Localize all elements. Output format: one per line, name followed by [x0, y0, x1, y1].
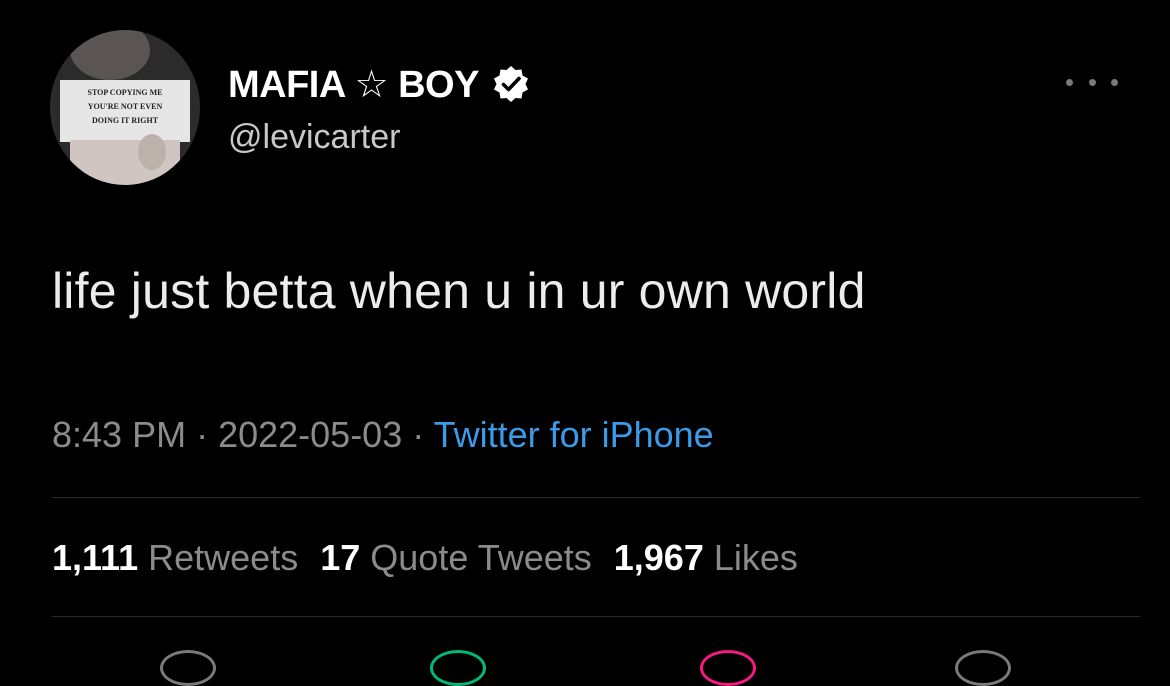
retweets-count: 1,111 — [52, 537, 139, 578]
more-options-icon[interactable] — [1066, 72, 1118, 92]
avatar-shirt-line-3: DOING IT RIGHT — [92, 116, 159, 125]
meta-separator: · — [186, 414, 219, 455]
verified-badge-icon — [491, 64, 531, 104]
retweets-stat[interactable]: 1,111 Retweets — [52, 537, 320, 578]
tweet-stats: 1,111 Retweets 17 Quote Tweets 1,967 Likes — [52, 537, 820, 579]
divider — [52, 616, 1140, 617]
meta-separator: · — [402, 414, 434, 455]
divider — [52, 497, 1140, 498]
likes-label: Likes — [713, 537, 798, 578]
reply-icon[interactable] — [160, 650, 216, 686]
tweet-detail: STOP COPYING ME YOU'RE NOT EVEN DOING IT… — [0, 0, 1170, 686]
quote-tweets-label: Quote Tweets — [370, 537, 592, 578]
tweet-action-bar — [0, 640, 1170, 686]
quote-tweets-stat[interactable]: 17 Quote Tweets — [320, 537, 614, 578]
tweet-source-link[interactable]: Twitter for iPhone — [434, 414, 714, 455]
likes-stat[interactable]: 1,967 Likes — [614, 537, 820, 578]
tweet-date[interactable]: 2022-05-03 — [218, 414, 402, 455]
retweets-label: Retweets — [148, 537, 299, 578]
avatar-shirt-line-2: YOU'RE NOT EVEN — [88, 102, 163, 111]
author-name-row[interactable]: MAFIA ☆ BOY — [228, 62, 531, 106]
like-icon[interactable] — [700, 650, 756, 686]
tweet-meta: 8:43 PM · 2022-05-03 · Twitter for iPhon… — [52, 414, 714, 456]
author-handle[interactable]: @levicarter — [228, 118, 400, 157]
author-display-name[interactable]: MAFIA ☆ BOY — [228, 62, 479, 107]
share-icon[interactable] — [955, 650, 1011, 686]
quote-tweets-count: 17 — [320, 537, 361, 578]
tweet-time[interactable]: 8:43 PM — [52, 414, 186, 455]
retweet-icon[interactable] — [430, 650, 486, 686]
avatar[interactable]: STOP COPYING ME YOU'RE NOT EVEN DOING IT… — [50, 30, 200, 185]
avatar-shirt-line-1: STOP COPYING ME — [88, 88, 163, 97]
tweet-text: life just betta when u in ur own world — [52, 263, 866, 319]
likes-count: 1,967 — [613, 537, 704, 578]
